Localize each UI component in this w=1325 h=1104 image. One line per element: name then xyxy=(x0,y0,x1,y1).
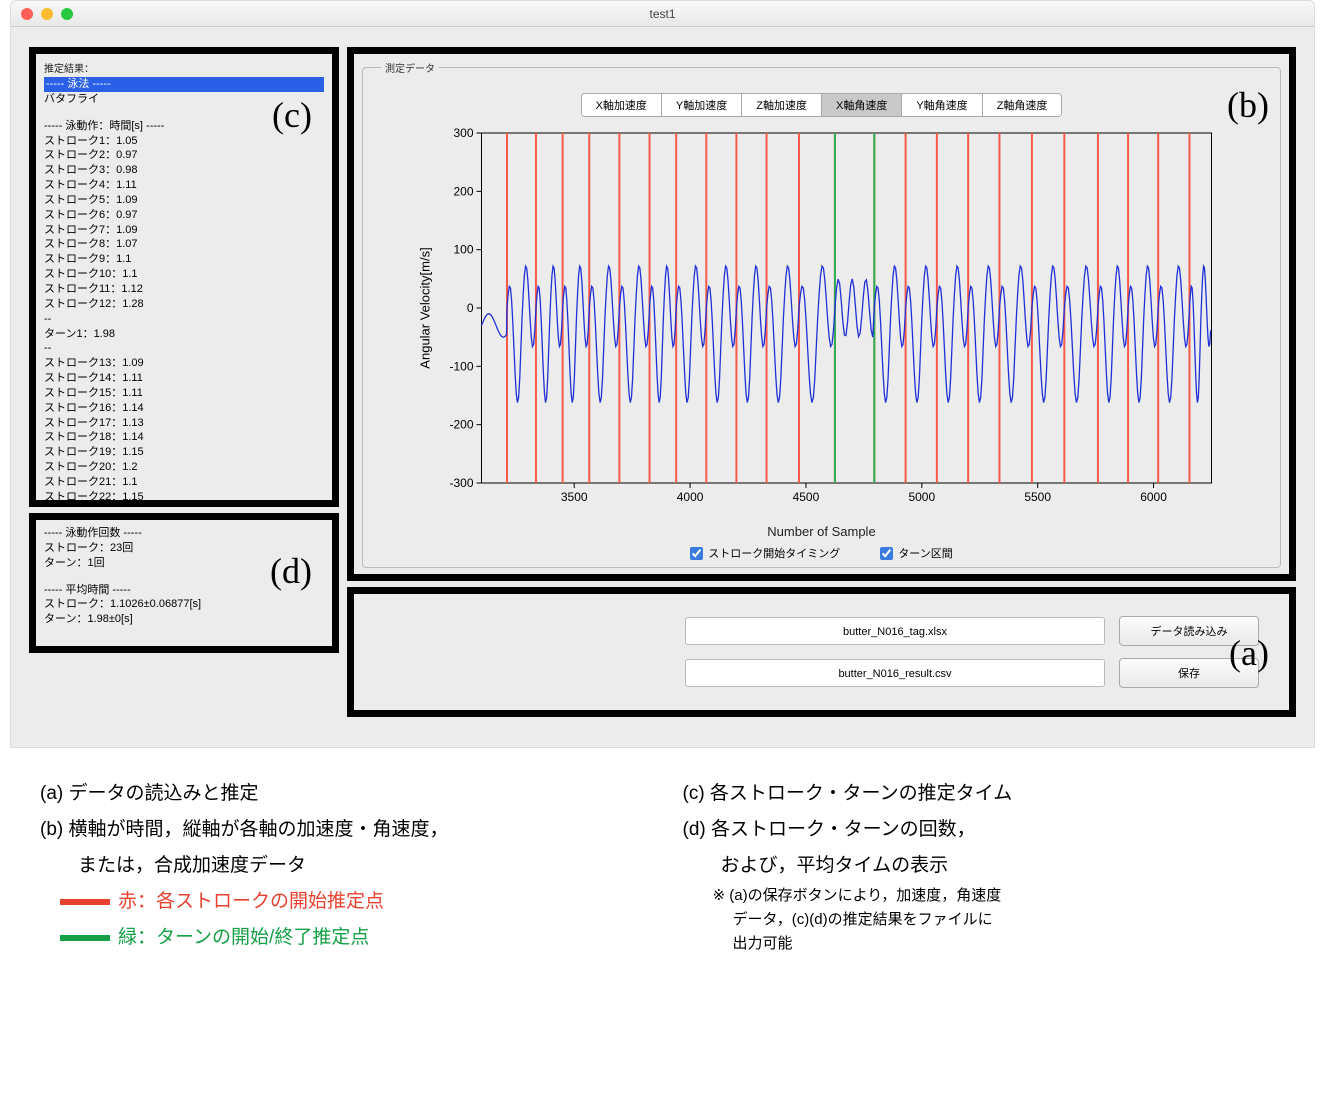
caption-d2: および，平均タイムの表示 xyxy=(683,848,1286,884)
stroke-line: ストローク11：1.12 xyxy=(44,282,324,297)
stroke-line: ストローク16：1.14 xyxy=(44,401,324,416)
stroke-avg: ストローク：1.1026±0.06877[s] xyxy=(44,597,324,612)
panel-a: (a) butter_N016_tag.xlsx データ読み込み butter_… xyxy=(347,587,1296,717)
caption-block: (a) データの読込みと推定 (b) 横軸が時間，縦軸が各軸の加速度・角速度， … xyxy=(10,776,1315,956)
svg-text:5000: 5000 xyxy=(908,490,935,504)
panel-d: (d) ----- 泳動作回数 ----- ストローク：23回 ターン：1回 -… xyxy=(29,513,339,653)
stroke-line: ストローク12：1.28 xyxy=(44,297,324,312)
input-file-field[interactable]: butter_N016_tag.xlsx xyxy=(685,617,1105,645)
stroke-line: ストローク14：1.11 xyxy=(44,371,324,386)
tab-5[interactable]: Z軸角速度 xyxy=(983,94,1062,116)
stroke-line: ストローク23：1.11 xyxy=(44,505,324,507)
stroke-line: ストローク9：1.1 xyxy=(44,252,324,267)
red-swatch xyxy=(60,899,110,905)
svg-text:100: 100 xyxy=(453,243,473,257)
label-d: (d) xyxy=(270,550,312,592)
check-stroke-box[interactable] xyxy=(690,547,703,560)
caption-note3: 出力可能 xyxy=(733,932,1286,956)
dash2: -- xyxy=(44,341,324,356)
caption-c: (c) 各ストローク・ターンの推定タイム xyxy=(683,776,1286,812)
chart-legend: 測定データ xyxy=(381,60,439,75)
stroke-line: ストローク7：1.09 xyxy=(44,223,324,238)
label-c: (c) xyxy=(272,94,312,136)
stroke-line: ストローク8：1.07 xyxy=(44,237,324,252)
stroke-line: ストローク18：1.14 xyxy=(44,430,324,445)
caption-note1: ※ (a)の保存ボタンにより，加速度，角速度 xyxy=(713,884,1286,908)
caption-note2: データ，(c)(d)の推定結果をファイルに xyxy=(733,908,1286,932)
check-turn[interactable]: ターン区間 xyxy=(880,545,952,561)
svg-text:300: 300 xyxy=(453,126,473,140)
panel-b: (b) 測定データ X軸加速度Y軸加速度Z軸加速度X軸角速度Y軸角速度Z軸角速度… xyxy=(347,47,1296,581)
panel-c: (c) 推定結果： ----- 泳法 ----- バタフライ ----- 泳動作… xyxy=(29,47,339,507)
check-stroke[interactable]: ストローク開始タイミング xyxy=(690,545,840,561)
stroke-line: ストローク15：1.11 xyxy=(44,386,324,401)
turn-line: ターン1：1.98 xyxy=(44,327,324,342)
axis-tabs: X軸加速度Y軸加速度Z軸加速度X軸角速度Y軸角速度Z軸角速度 xyxy=(581,93,1063,117)
stroke-line: ストローク17：1.13 xyxy=(44,416,324,431)
svg-text:4000: 4000 xyxy=(677,490,704,504)
check-turn-box[interactable] xyxy=(880,547,893,560)
svg-text:-300: -300 xyxy=(449,476,473,490)
svg-text:4500: 4500 xyxy=(793,490,820,504)
caption-d1: (d) 各ストローク・ターンの回数， xyxy=(683,812,1286,848)
stroke-line: ストローク21：1.1 xyxy=(44,475,324,490)
output-file-field[interactable]: butter_N016_result.csv xyxy=(685,659,1105,687)
tab-0[interactable]: X軸加速度 xyxy=(582,94,662,116)
caption-green: 緑：ターンの開始/終了推定点 xyxy=(118,927,369,948)
app-window: test1 (c) 推定結果： ----- 泳法 ----- バタフライ ---… xyxy=(10,0,1315,748)
style-separator[interactable]: ----- 泳法 ----- xyxy=(44,77,324,92)
tab-2[interactable]: Z軸加速度 xyxy=(742,94,822,116)
result-header: 推定結果： xyxy=(44,60,324,75)
stroke-line: ストローク19：1.15 xyxy=(44,445,324,460)
window-title: test1 xyxy=(11,7,1314,21)
svg-text:200: 200 xyxy=(453,184,473,198)
svg-text:0: 0 xyxy=(467,301,474,315)
stroke-line: ストローク5：1.09 xyxy=(44,193,324,208)
svg-text:Angular Velocity[m/s]: Angular Velocity[m/s] xyxy=(418,247,433,368)
tab-4[interactable]: Y軸角速度 xyxy=(902,94,982,116)
stroke-line: ストローク13：1.09 xyxy=(44,356,324,371)
svg-text:-200: -200 xyxy=(449,418,473,432)
caption-b1: (b) 横軸が時間，縦軸が各軸の加速度・角速度， xyxy=(40,812,643,848)
svg-text:6000: 6000 xyxy=(1140,490,1167,504)
stroke-line: ストローク3：0.98 xyxy=(44,163,324,178)
dash: -- xyxy=(44,312,324,327)
stroke-line: ストローク20：1.2 xyxy=(44,460,324,475)
green-swatch xyxy=(60,935,110,941)
svg-text:3500: 3500 xyxy=(561,490,588,504)
chart-fieldset: 測定データ X軸加速度Y軸加速度Z軸加速度X軸角速度Y軸角速度Z軸角速度 -30… xyxy=(362,60,1281,568)
svg-text:-100: -100 xyxy=(449,359,473,373)
stroke-line: ストローク22：1.15 xyxy=(44,490,324,505)
caption-b2: または，合成加速度データ xyxy=(40,848,643,884)
x-axis-label: Number of Sample xyxy=(381,524,1262,539)
stroke-line: ストローク2：0.97 xyxy=(44,148,324,163)
stroke-line: ストローク4：1.11 xyxy=(44,178,324,193)
tab-3[interactable]: X軸角速度 xyxy=(822,94,902,116)
stroke-line: ストローク6：0.97 xyxy=(44,208,324,223)
chart-plot: -300 -200 -100 0 100 200 300 3500 4000 4500 5000 55… xyxy=(381,123,1262,523)
svg-text:5500: 5500 xyxy=(1024,490,1051,504)
tab-1[interactable]: Y軸加速度 xyxy=(662,94,742,116)
turn-avg: ターン：1.98±0[s] xyxy=(44,612,324,627)
caption-a: (a) データの読込みと推定 xyxy=(40,776,643,812)
label-a: (a) xyxy=(1229,632,1269,674)
stroke-line: ストローク10：1.1 xyxy=(44,267,324,282)
caption-red: 赤：各ストロークの開始推定点 xyxy=(118,891,384,912)
titlebar: test1 xyxy=(11,1,1314,27)
count-sep: ----- 泳動作回数 ----- xyxy=(44,526,324,541)
